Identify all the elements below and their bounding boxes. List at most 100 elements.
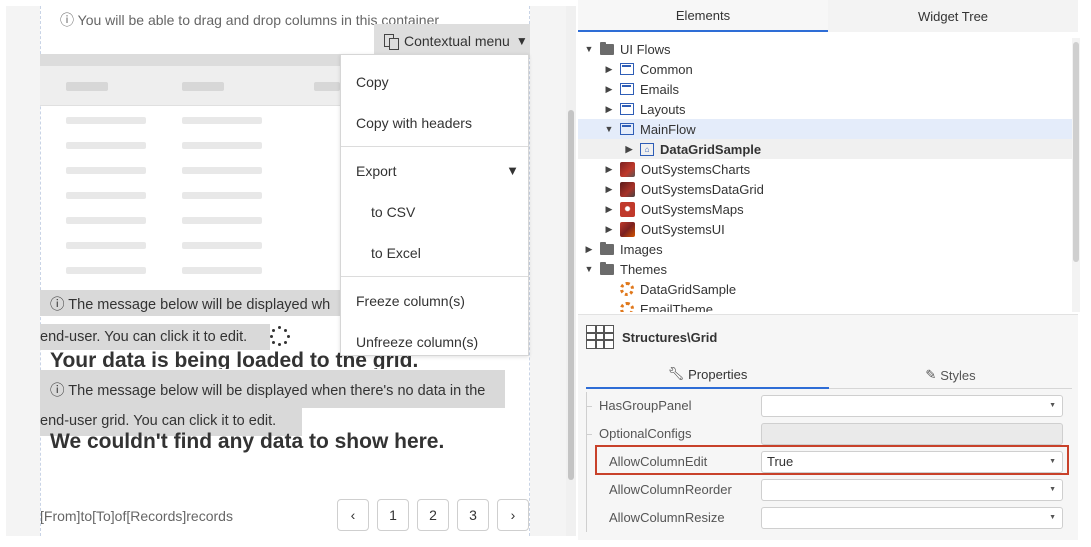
menu-item-to-csv[interactable]: to CSV — [341, 204, 528, 220]
flow-icon — [620, 123, 634, 135]
tree-item-label: DataGridSample — [660, 141, 762, 157]
header-placeholder — [66, 82, 108, 91]
tree-item-ui-flows[interactable]: ▼ UI Flows — [578, 39, 1074, 59]
tree-item-outsystemsmaps[interactable]: ▶ OutSystemsMaps — [578, 199, 1074, 219]
caret-down-icon[interactable]: ▼ — [604, 124, 614, 134]
contextual-menu: Copy Copy with headers Export ▼ to CSV t… — [340, 54, 529, 356]
flow-icon — [620, 83, 634, 95]
tree-item-label: EmailTheme — [640, 301, 713, 313]
row-placeholder — [66, 267, 146, 274]
tree-item-outsystemscharts[interactable]: ▶ OutSystemsCharts — [578, 159, 1074, 179]
tree-line — [586, 406, 592, 407]
empty-hint-line2: end-user grid. You can click it to edit. — [40, 413, 277, 429]
pagination-prev-button[interactable]: ‹ — [337, 499, 369, 531]
hasgrouppanel-select[interactable]: ▼ — [761, 395, 1063, 417]
menu-item-export[interactable]: Export — [341, 163, 528, 179]
pagination-page-3[interactable]: 3 — [457, 499, 489, 531]
allowcolumnreorder-select[interactable]: ▼ — [761, 479, 1063, 501]
row-placeholder — [66, 142, 146, 149]
tree-scrollbar-thumb[interactable] — [1073, 42, 1079, 262]
tree-item-theme-datagridsample[interactable]: DataGridSample — [578, 279, 1074, 299]
theme-icon — [620, 302, 634, 312]
row-placeholder — [182, 192, 262, 199]
loading-message-hint[interactable]: ⓘ The message below will be displayed wh — [40, 290, 340, 316]
menu-item-copy[interactable]: Copy — [341, 74, 528, 90]
menu-item-unfreeze[interactable]: Unfreeze column(s) — [341, 334, 528, 350]
elements-tree: ▼ UI Flows ▶ Common ▶ Emails ▶ Layouts ▼… — [578, 38, 1078, 312]
tree-item-label: Themes — [620, 261, 667, 277]
pagination-page-2[interactable]: 2 — [417, 499, 449, 531]
menu-divider — [341, 276, 528, 277]
folder-icon — [600, 41, 614, 55]
grid-icon — [586, 325, 614, 349]
empty-message[interactable]: We couldn't find any data to show here. — [50, 430, 444, 454]
elements-panel: Elements Widget Tree ▼ UI Flows ▶ Common… — [578, 0, 1086, 540]
tree-item-outsystemsdatagrid[interactable]: ▶ OutSystemsDataGrid — [578, 179, 1074, 199]
tree-item-mainflow[interactable]: ▼ MainFlow — [578, 119, 1074, 139]
tab-elements[interactable]: Elements — [578, 0, 828, 32]
caret-down-icon[interactable]: ▼ — [584, 264, 594, 274]
header-placeholder — [182, 82, 224, 91]
caret-right-icon[interactable]: ▶ — [624, 144, 634, 155]
row-placeholder — [182, 167, 262, 174]
tab-widget-tree[interactable]: Widget Tree — [828, 0, 1078, 32]
grid-header — [40, 66, 340, 106]
loading-message-hint-2[interactable]: end-user. You can click it to edit. — [40, 324, 270, 350]
tree-item-label: OutSystemsUI — [641, 221, 725, 237]
tree-item-theme-emailtheme[interactable]: EmailTheme — [578, 299, 1074, 312]
structure-header: Structures\Grid — [586, 325, 717, 349]
caret-right-icon[interactable]: ▶ — [604, 64, 614, 75]
export-chevron-down-icon: ▼ — [506, 163, 519, 178]
caret-right-icon[interactable]: ▶ — [584, 244, 594, 255]
property-tabs: 🔧︎ Properties ✎ Styles — [586, 361, 1072, 389]
pagination-next-button[interactable]: › — [497, 499, 529, 531]
tree-line — [586, 448, 587, 476]
property-name: OptionalConfigs — [599, 426, 692, 441]
menu-item-freeze[interactable]: Freeze column(s) — [341, 293, 528, 309]
empty-message-hint[interactable]: ⓘ The message below will be displayed wh… — [40, 370, 505, 408]
allowcolumnresize-select[interactable]: ▼ — [761, 507, 1063, 529]
tab-properties[interactable]: 🔧︎ Properties — [586, 361, 829, 389]
row-placeholder — [182, 267, 262, 274]
loading-hint-line1: ⓘ The message below will be displayed wh — [50, 296, 331, 313]
caret-right-icon[interactable]: ▶ — [604, 204, 614, 215]
properties-panel: Structures\Grid 🔧︎ Properties ✎ Styles H… — [578, 314, 1078, 540]
tree-item-common[interactable]: ▶ Common — [578, 59, 1074, 79]
tree-item-emails[interactable]: ▶ Emails — [578, 79, 1074, 99]
contextual-menu-button[interactable]: Contextual menu ▼ — [374, 24, 530, 58]
tree-line — [586, 504, 587, 532]
tree-item-layouts[interactable]: ▶ Layouts — [578, 99, 1074, 119]
structure-title: Structures\Grid — [622, 329, 718, 345]
caret-right-icon[interactable]: ▶ — [604, 104, 614, 115]
property-row-hasgrouppanel: HasGroupPanel ▼ — [586, 392, 1072, 420]
tree-item-label: OutSystemsCharts — [641, 161, 751, 177]
canvas-scrollbar-thumb[interactable] — [568, 110, 574, 480]
tree-item-label: Common — [640, 61, 693, 77]
menu-item-to-excel[interactable]: to Excel — [341, 245, 528, 261]
caret-right-icon[interactable]: ▶ — [604, 164, 614, 175]
pagination-page-1[interactable]: 1 — [377, 499, 409, 531]
loading-spinner-icon — [270, 326, 290, 346]
tree-item-datagridsample-screen[interactable]: ▶ ⌂ DataGridSample — [578, 139, 1074, 159]
tree-item-images[interactable]: ▶ Images — [578, 239, 1074, 259]
caret-right-icon[interactable]: ▶ — [604, 84, 614, 95]
caret-down-icon[interactable]: ▼ — [584, 44, 594, 54]
property-row-optionalconfigs: OptionalConfigs — [586, 420, 1072, 448]
flow-icon — [620, 63, 634, 75]
tree-line — [586, 434, 592, 435]
header-placeholder — [314, 82, 340, 91]
row-placeholder — [182, 117, 262, 124]
tree-item-themes[interactable]: ▼ Themes — [578, 259, 1074, 279]
row-placeholder — [66, 167, 146, 174]
row-placeholder — [66, 192, 146, 199]
dropdown-arrow-icon: ▼ — [1049, 514, 1056, 521]
menu-item-copy-with-headers[interactable]: Copy with headers — [341, 115, 528, 131]
tab-styles[interactable]: ✎ Styles — [829, 361, 1072, 389]
chevron-down-icon: ▼ — [515, 34, 528, 48]
tree-item-outsystemsui[interactable]: ▶ OutSystemsUI — [578, 219, 1074, 239]
canvas-area: ⓘ You will be able to drag and drop colu… — [6, 6, 566, 536]
caret-right-icon[interactable]: ▶ — [604, 184, 614, 195]
optionalconfigs-field[interactable] — [761, 423, 1063, 445]
caret-right-icon[interactable]: ▶ — [604, 224, 614, 235]
tree-item-label: OutSystemsMaps — [641, 201, 744, 217]
